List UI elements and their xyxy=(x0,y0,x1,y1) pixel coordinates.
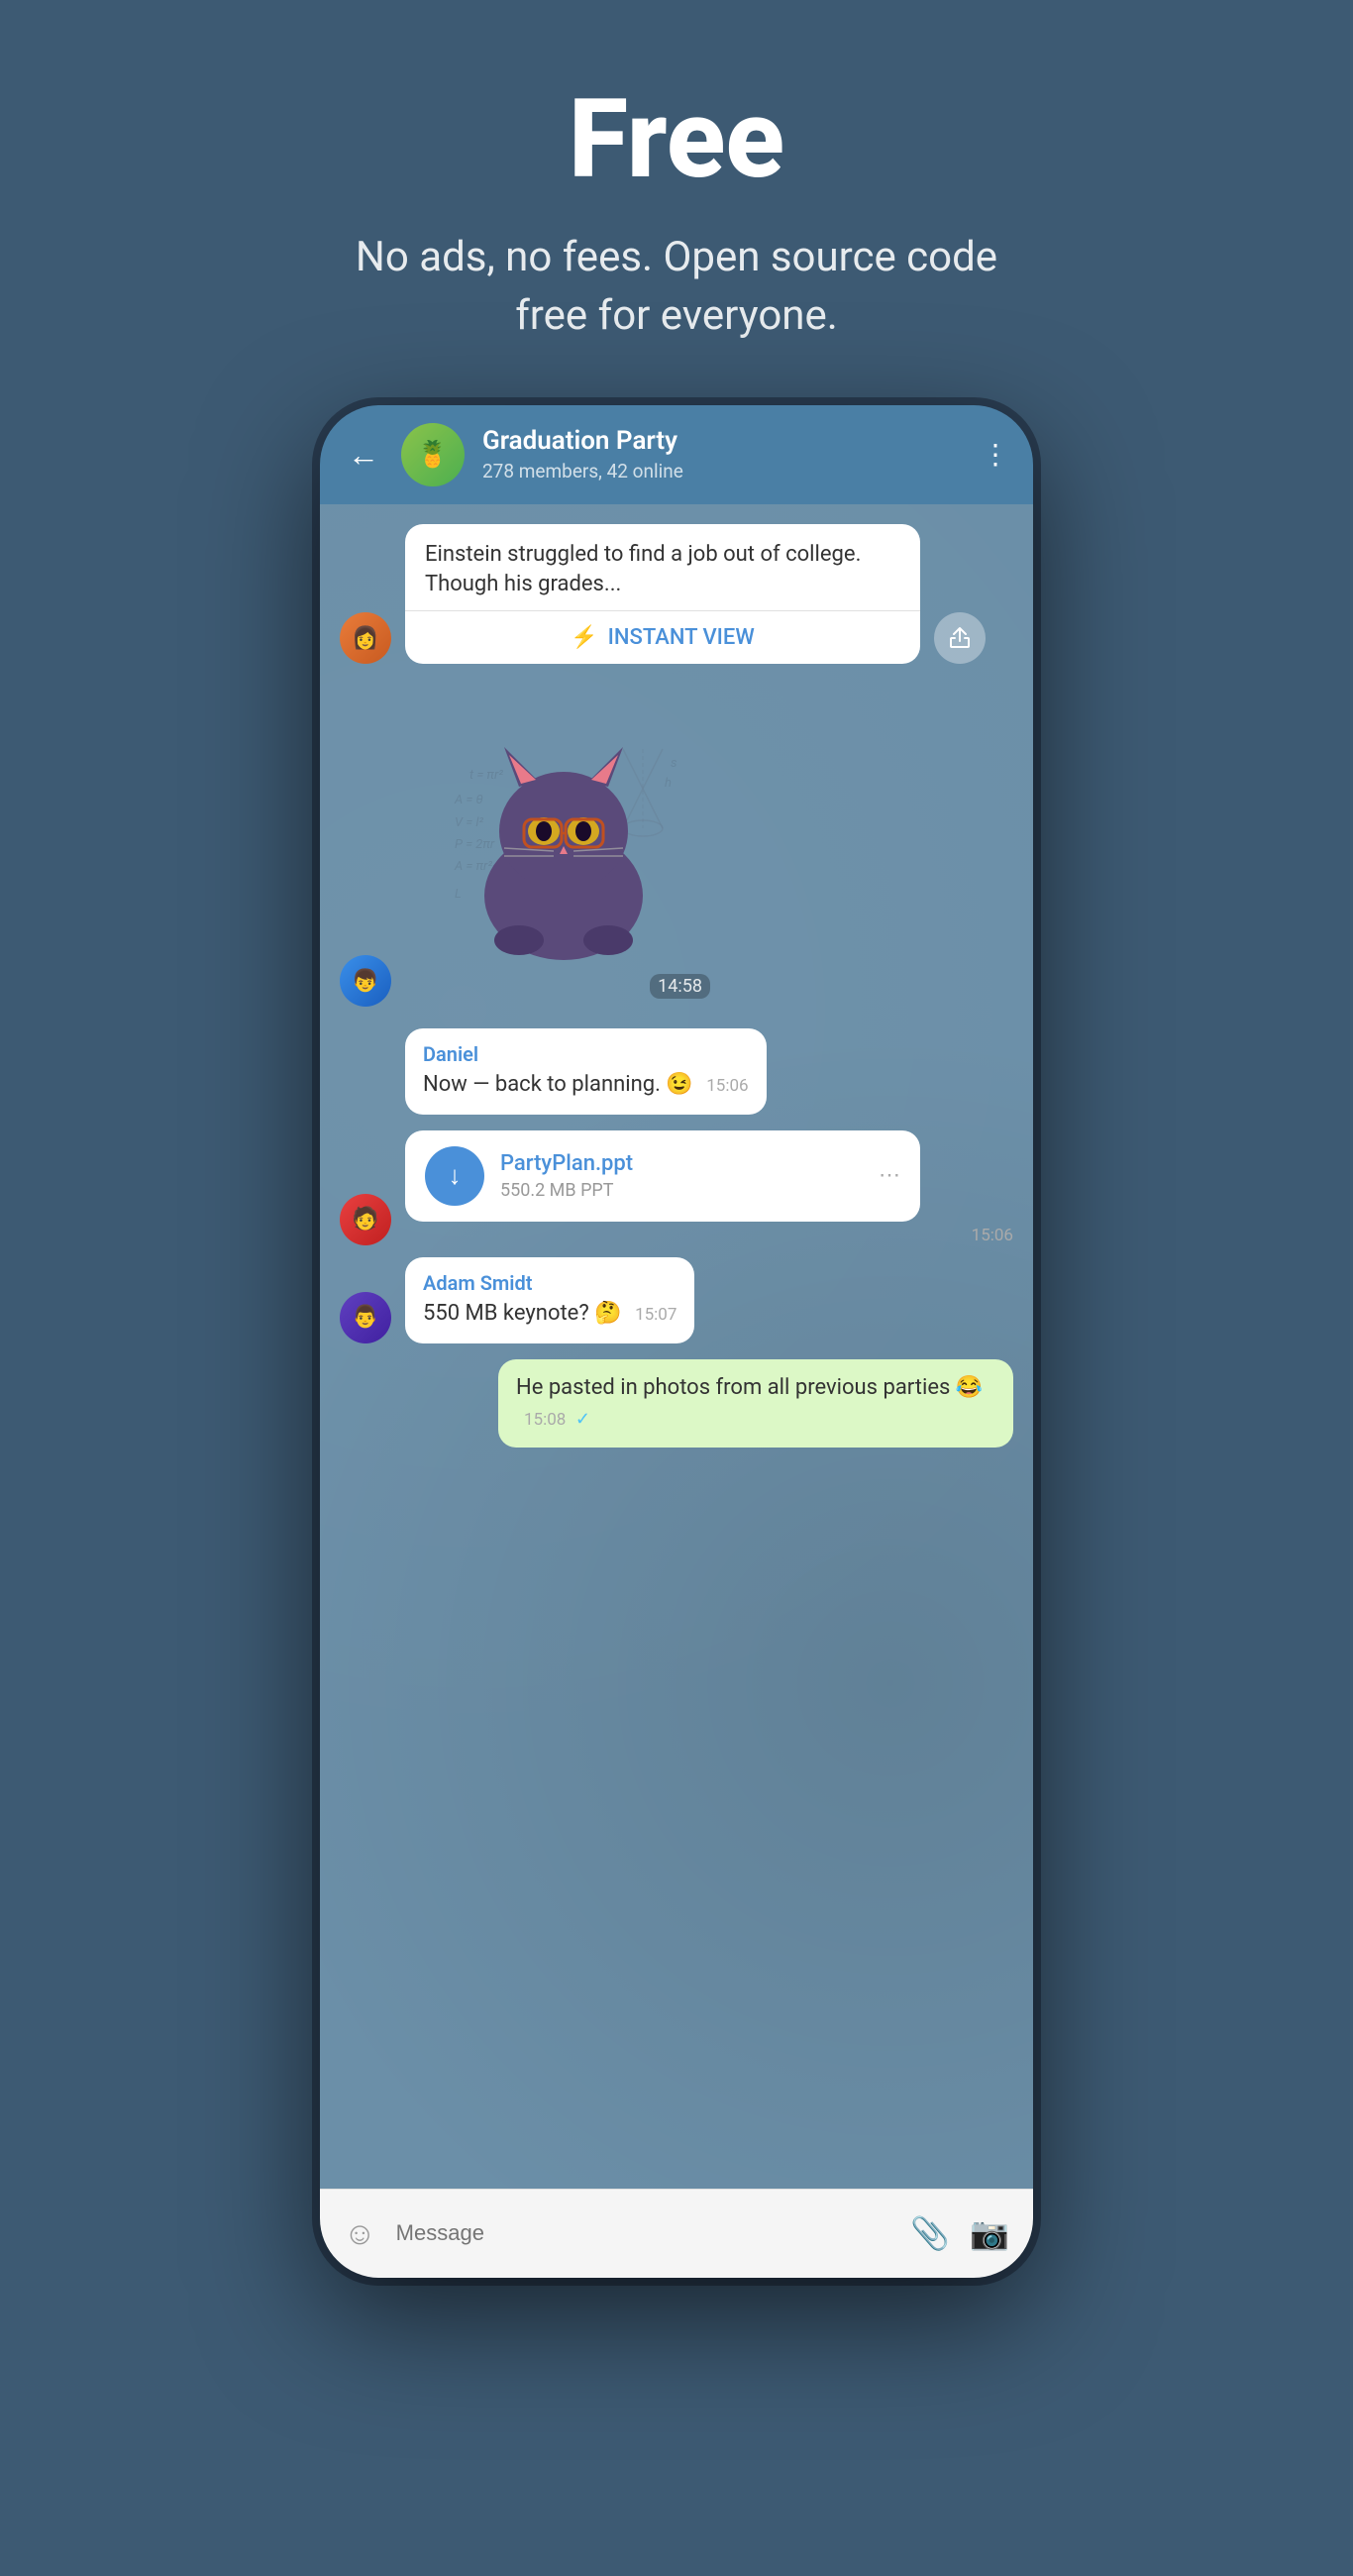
instant-view-button[interactable]: ⚡ INSTANT VIEW xyxy=(405,610,920,664)
avatar-girl: 👩 xyxy=(340,612,391,664)
sticker-message: 👦 xyxy=(340,690,1013,1007)
group-name: Graduation Party xyxy=(482,426,964,456)
share-button[interactable] xyxy=(934,612,986,664)
adam-time: 15:07 xyxy=(635,1305,676,1325)
own-text: He pasted in photos from all previous pa… xyxy=(516,1373,995,1435)
article-bubble: Einstein struggled to find a job out of … xyxy=(405,524,920,665)
adam-text: 550 MB keynote? 🤔 15:07 xyxy=(423,1299,676,1330)
file-name: PartyPlan.ppt xyxy=(500,1151,633,1176)
daniel-text: Now — back to planning. 😉 15:06 xyxy=(423,1070,749,1101)
adam-bubble: Adam Smidt 550 MB keynote? 🤔 15:07 xyxy=(405,1257,694,1343)
avatar-guy3: 👨 xyxy=(340,1292,391,1343)
download-icon[interactable]: ↓ xyxy=(425,1146,484,1206)
chat-header: ← 🍍 Graduation Party 278 members, 42 onl… xyxy=(320,405,1033,504)
file-container: ↓ PartyPlan.ppt 550.2 MB PPT ⋯ 15:06 xyxy=(405,1130,1013,1245)
group-avatar: 🍍 xyxy=(401,423,465,486)
camera-button[interactable]: 📷 xyxy=(970,2214,1009,2252)
daniel-time: 15:06 xyxy=(706,1076,748,1096)
article-message: 👩 Einstein struggled to find a job out o… xyxy=(340,524,1013,665)
own-bubble: He pasted in photos from all previous pa… xyxy=(498,1359,1013,1449)
group-avatar-emoji: 🍍 xyxy=(417,440,449,470)
message-input[interactable] xyxy=(396,2220,891,2246)
daniel-message: Daniel Now — back to planning. 😉 15:06 xyxy=(340,1028,1013,1115)
chat-body: 👩 Einstein struggled to find a job out o… xyxy=(320,504,1033,2189)
sticker-container: t = πr² A = θ V = l² P = 2πr A = πr² s =… xyxy=(405,690,722,1007)
emoji-button[interactable]: ☺ xyxy=(344,2214,376,2252)
own-message: He pasted in photos from all previous pa… xyxy=(340,1359,1013,1449)
sticker-time: 14:58 xyxy=(650,974,710,999)
hero-title: Free xyxy=(340,79,1013,199)
article-text: Einstein struggled to find a job out of … xyxy=(405,524,920,611)
instant-view-label: INSTANT VIEW xyxy=(608,625,755,650)
file-info: PartyPlan.ppt 550.2 MB PPT xyxy=(500,1151,633,1201)
file-bubble: ↓ PartyPlan.ppt 550.2 MB PPT ⋯ xyxy=(405,1130,920,1222)
share-icon xyxy=(948,626,972,650)
own-time: 15:08 xyxy=(524,1410,566,1430)
file-menu-button[interactable]: ⋯ xyxy=(879,1163,900,1188)
avatar-guy1: 👦 xyxy=(340,955,391,1007)
back-button[interactable]: ← xyxy=(344,432,383,478)
input-bar: ☺ 📎 📷 xyxy=(320,2189,1033,2278)
attach-button[interactable]: 📎 xyxy=(910,2214,950,2252)
sender-daniel: Daniel xyxy=(423,1042,749,1066)
file-size: 550.2 MB PPT xyxy=(500,1180,633,1201)
group-members: 278 members, 42 online xyxy=(482,460,964,483)
file-message: 🧑 ↓ PartyPlan.ppt 550.2 MB PPT ⋯ 15:06 xyxy=(340,1130,1013,1245)
group-info: Graduation Party 278 members, 42 online xyxy=(482,426,964,483)
check-icon: ✓ xyxy=(575,1409,590,1430)
hero-subtitle: No ads, no fees. Open source code free f… xyxy=(340,229,1013,346)
daniel-bubble: Daniel Now — back to planning. 😉 15:06 xyxy=(405,1028,767,1115)
sender-adam: Adam Smidt xyxy=(423,1271,676,1295)
phone-mockup: ← 🍍 Graduation Party 278 members, 42 onl… xyxy=(320,405,1033,2278)
more-button[interactable]: ⋮ xyxy=(982,438,1009,471)
avatar-guy2: 🧑 xyxy=(340,1194,391,1245)
phone-wrapper: ← 🍍 Graduation Party 278 members, 42 onl… xyxy=(0,405,1353,2317)
cat-sticker-svg xyxy=(455,727,673,965)
adam-message: 👨 Adam Smidt 550 MB keynote? 🤔 15:07 xyxy=(340,1257,1013,1343)
lightning-icon: ⚡ xyxy=(571,625,597,650)
cat-sticker xyxy=(455,727,673,969)
hero-section: Free No ads, no fees. Open source code f… xyxy=(300,0,1053,405)
file-time: 15:06 xyxy=(405,1226,1013,1245)
